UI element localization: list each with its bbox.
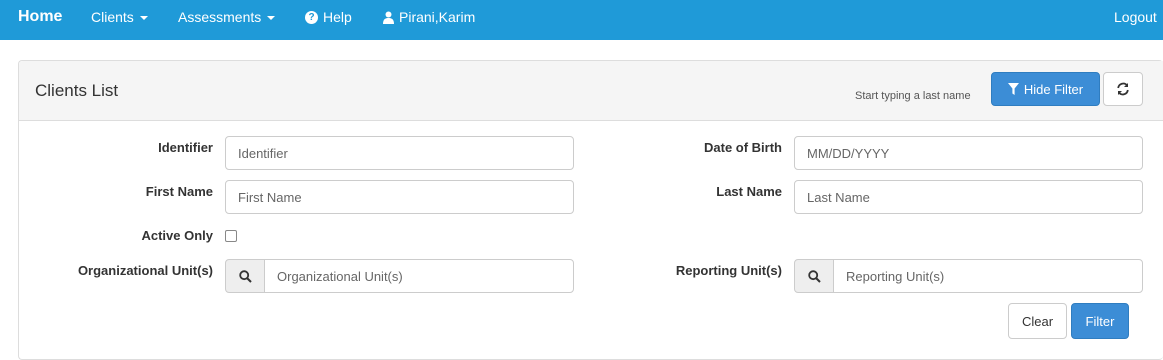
panel-heading: Clients List Start typing a last name Hi… (19, 61, 1163, 121)
search-icon (807, 269, 821, 283)
search-hint-text: Start typing a last name (855, 90, 971, 102)
dob-label: Date of Birth (704, 140, 782, 155)
nav-clients-menu[interactable]: Clients (91, 0, 148, 34)
nav-help-link[interactable]: ? Help (305, 0, 352, 34)
org-unit-label: Organizational Unit(s) (77, 263, 213, 278)
nav-assessments-label: Assessments (178, 9, 262, 25)
reporting-unit-input[interactable] (833, 259, 1143, 293)
first-name-label: First Name (145, 184, 213, 199)
refresh-button[interactable] (1103, 72, 1143, 106)
nav-logout-link[interactable]: Logout (1114, 0, 1157, 34)
first-name-input[interactable] (225, 180, 574, 214)
panel-title: Clients List (35, 81, 119, 100)
clients-list-panel: Clients List Start typing a last name Hi… (18, 60, 1163, 360)
filter-button[interactable]: Filter (1071, 303, 1129, 339)
dob-input[interactable] (794, 136, 1143, 170)
identifier-label: Identifier (158, 140, 213, 155)
org-unit-search-addon (225, 259, 265, 293)
active-only-checkbox[interactable] (225, 230, 237, 242)
chevron-down-icon (267, 16, 276, 20)
active-only-label: Active Only (141, 228, 213, 243)
org-unit-input[interactable] (264, 259, 574, 293)
nav-help-label: Help (323, 9, 352, 25)
nav-home-link[interactable]: Home (18, 0, 62, 34)
nav-clients-label: Clients (91, 9, 134, 25)
clear-button[interactable]: Clear (1008, 303, 1067, 339)
last-name-label: Last Name (716, 184, 782, 199)
filter-icon (1007, 83, 1019, 95)
question-circle-icon: ? (305, 10, 318, 24)
nav-user-menu[interactable]: Pirani,Karim (383, 0, 475, 34)
nav-user-label: Pirani,Karim (399, 9, 476, 25)
chevron-down-icon (139, 16, 148, 20)
last-name-input[interactable] (794, 180, 1143, 214)
identifier-input[interactable] (225, 136, 574, 170)
hide-filter-label: Hide Filter (1023, 81, 1084, 97)
user-icon (383, 11, 394, 24)
top-navbar: Home Clients Assessments ? Help Pirani,K… (0, 0, 1163, 40)
reporting-unit-label: Reporting Unit(s) (675, 263, 782, 278)
hide-filter-button[interactable]: Hide Filter (991, 72, 1100, 106)
refresh-icon (1117, 82, 1129, 96)
reporting-unit-search-addon (794, 259, 834, 293)
search-icon (238, 269, 252, 283)
nav-assessments-menu[interactable]: Assessments (178, 0, 276, 34)
